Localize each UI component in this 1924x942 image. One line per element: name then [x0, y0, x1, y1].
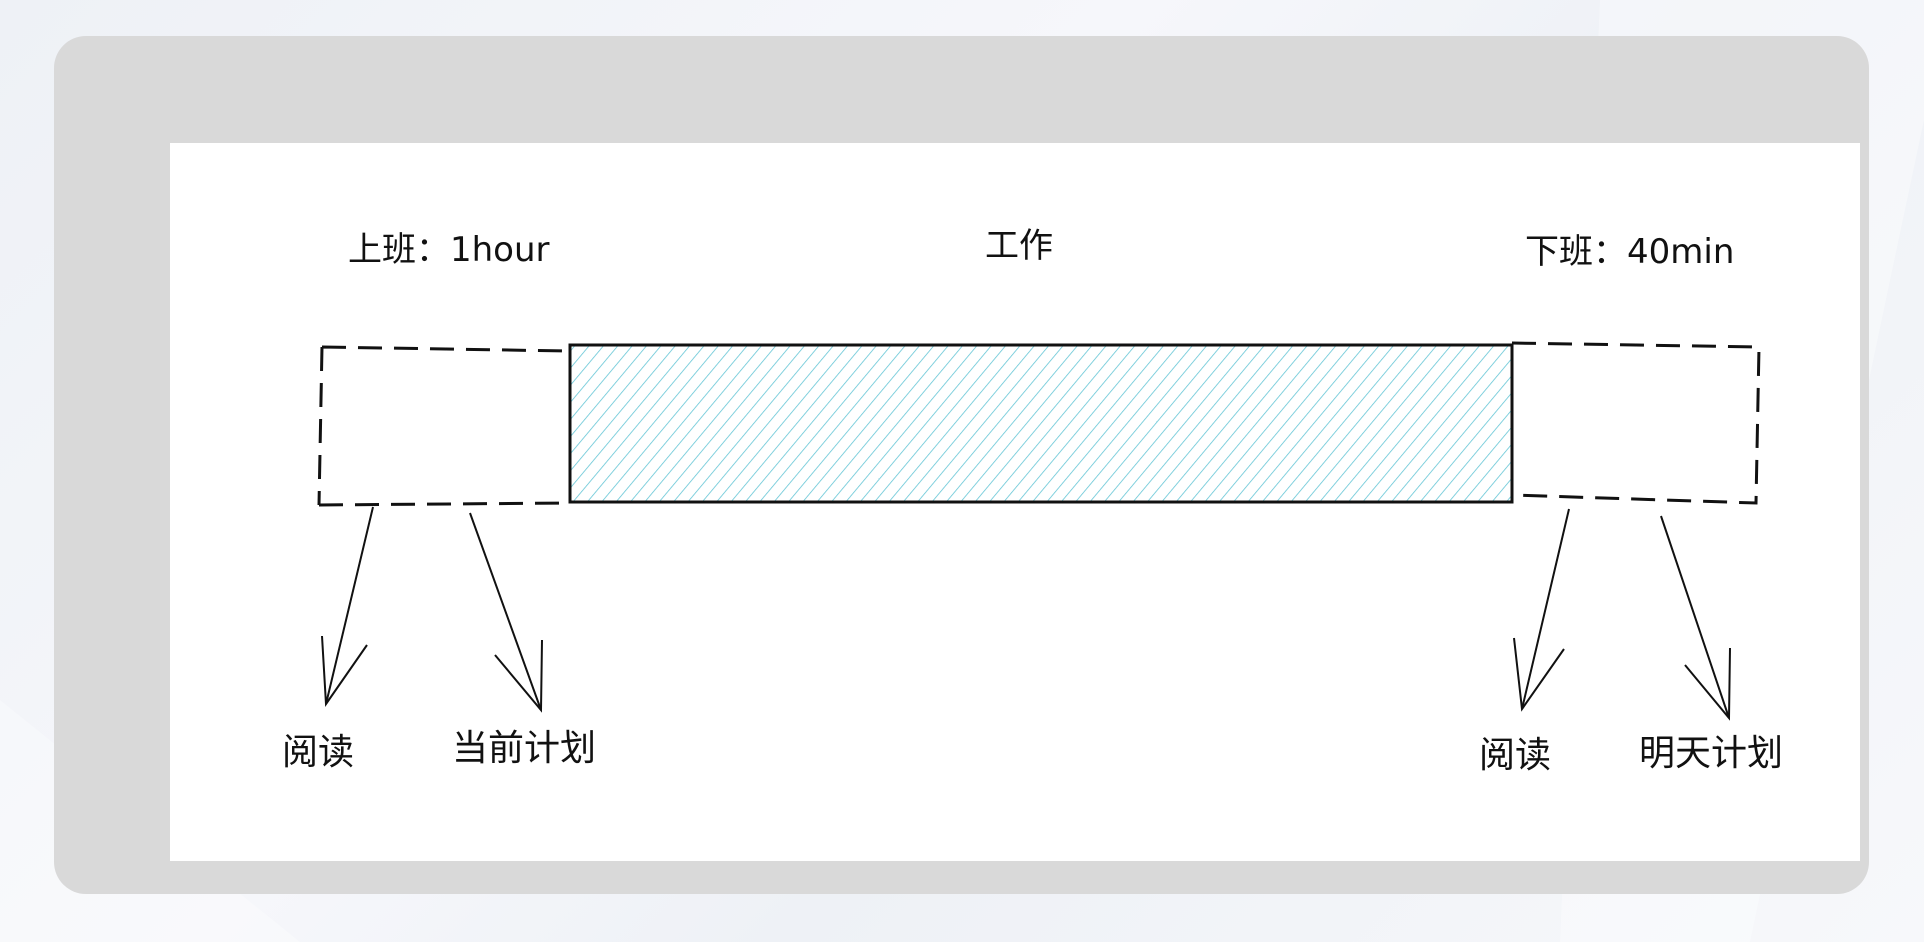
arrow-current-plan	[469, 512, 543, 713]
diagram-canvas: 上班：1hour 工作 下班：40min 阅读 当前计划 阅读 明天计划	[170, 143, 1860, 861]
commute-in-label: 上班：1hour	[348, 230, 550, 270]
diagram-frame: 上班：1hour 工作 下班：40min 阅读 当前计划 阅读 明天计划	[54, 36, 1869, 894]
arrow-right-read	[1513, 508, 1570, 712]
left-read-label: 阅读	[282, 732, 355, 773]
right-read-label: 阅读	[1479, 735, 1552, 776]
arrow-tomorrow-plan	[1660, 515, 1731, 721]
commute-in-box	[317, 345, 571, 507]
work-label: 工作	[985, 226, 1053, 266]
tomorrow-plan-label: 明天计划	[1639, 733, 1784, 774]
work-box	[568, 343, 1514, 504]
current-plan-label: 当前计划	[452, 728, 597, 769]
commute-out-label: 下班：40min	[1525, 232, 1735, 272]
arrow-left-read	[321, 506, 374, 707]
commute-out-box	[1511, 341, 1761, 505]
